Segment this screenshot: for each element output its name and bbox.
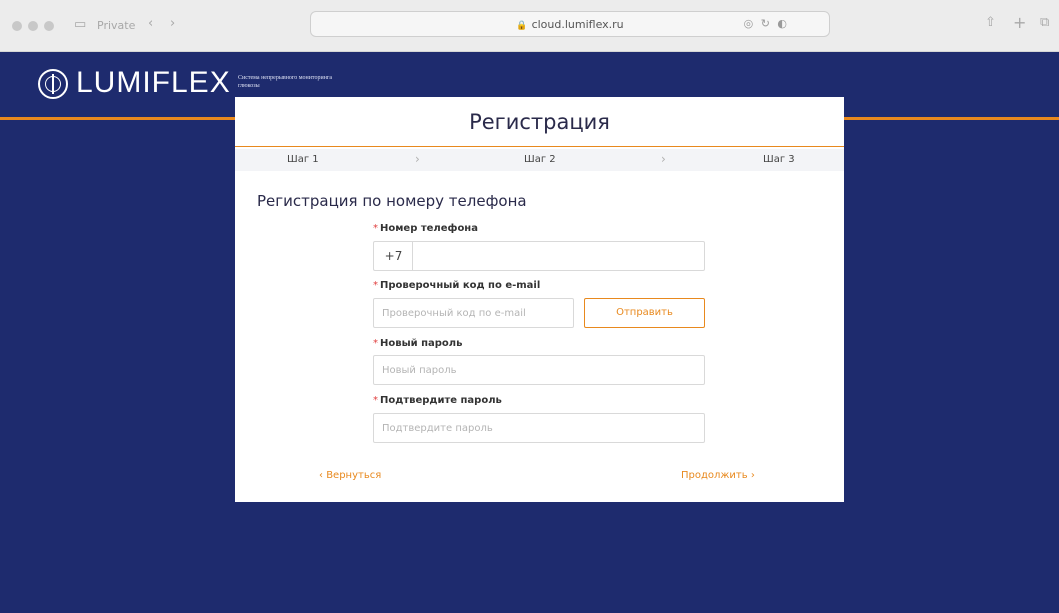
- title-underline: [235, 146, 844, 147]
- new-password-label: * Новый пароль: [373, 338, 463, 349]
- minimize-window-dot[interactable]: [28, 21, 38, 31]
- reload-icon[interactable]: ◎ ↻ ◐: [744, 17, 789, 30]
- continue-link[interactable]: Продолжить ›: [681, 470, 755, 481]
- tab-overview-icon[interactable]: ⧉: [1040, 15, 1049, 30]
- lock-icon: 🔒: [516, 21, 528, 31]
- share-icon[interactable]: ⇧: [985, 15, 996, 30]
- url-text: cloud.lumiflex.ru: [531, 18, 624, 31]
- section-title: Регистрация по номеру телефона: [257, 192, 527, 210]
- address-bar[interactable]: 🔒 cloud.lumiflex.ru ◎ ↻ ◐: [310, 11, 830, 37]
- new-tab-icon[interactable]: +: [1013, 13, 1026, 32]
- registration-card: Регистрация Шаг 1 › Шаг 2 › Шаг 3 Регист…: [235, 97, 844, 502]
- browser-toolbar: ▭ Private ‹ › 🔒 cloud.lumiflex.ru ◎ ↻ ◐ ⇧…: [0, 0, 1059, 52]
- page-title: Регистрация: [469, 110, 610, 134]
- step-3: Шаг 3: [763, 154, 795, 165]
- phone-prefix: +7: [373, 241, 413, 271]
- send-code-button[interactable]: Отправить: [584, 298, 705, 328]
- chevron-right-icon: ›: [661, 152, 666, 166]
- step-1: Шаг 1: [287, 154, 319, 165]
- phone-label: * Номер телефона: [373, 223, 478, 234]
- chevron-right-icon: ›: [747, 470, 755, 481]
- phone-input[interactable]: [412, 241, 705, 271]
- page-background: LUMIFLEX Система непрерывного мониторинг…: [0, 52, 1059, 613]
- confirm-password-input[interactable]: [373, 413, 705, 443]
- close-window-dot[interactable]: [12, 21, 22, 31]
- email-code-label: * Проверочный код по e-mail: [373, 280, 541, 291]
- forward-icon[interactable]: ›: [170, 16, 175, 31]
- step-2: Шаг 2: [524, 154, 556, 165]
- back-icon[interactable]: ‹: [148, 16, 153, 31]
- step-indicator: Шаг 1 › Шаг 2 › Шаг 3: [235, 149, 844, 171]
- required-marker: *: [373, 223, 378, 234]
- brand-name: LUMIFLEX: [76, 66, 231, 99]
- lumiflex-logo-icon: [38, 69, 68, 99]
- private-label: Private: [97, 19, 136, 32]
- required-marker: *: [373, 280, 378, 291]
- chevron-right-icon: ›: [415, 152, 420, 166]
- brand-tagline: Система непрерывного мониторинга глюкозы: [238, 75, 333, 89]
- confirm-password-label: * Подтвердите пароль: [373, 395, 502, 406]
- required-marker: *: [373, 338, 378, 349]
- sidebar-icon[interactable]: ▭: [74, 17, 86, 32]
- zoom-window-dot[interactable]: [44, 21, 54, 31]
- email-code-input[interactable]: [373, 298, 574, 328]
- new-password-input[interactable]: [373, 355, 705, 385]
- back-link[interactable]: ‹ Вернуться: [319, 470, 381, 481]
- required-marker: *: [373, 395, 378, 406]
